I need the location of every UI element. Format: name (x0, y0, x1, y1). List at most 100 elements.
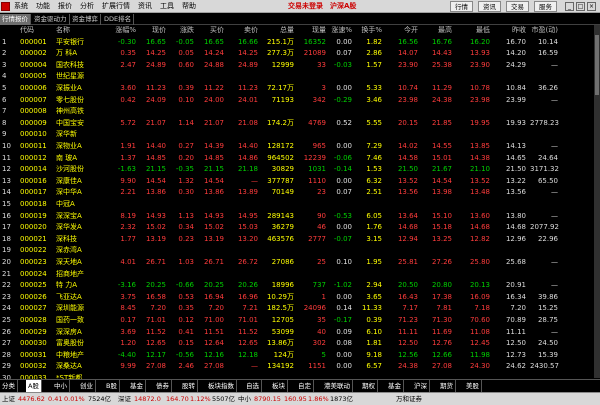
maximize-icon[interactable]: □ (576, 2, 585, 11)
table-row[interactable]: 11 000012 南 玻A 1.37 14.85 0.20 14.85 14.86 96450… (0, 153, 594, 165)
table-row[interactable]: 16 000019 深深宝A 8.19 14.93 1.13 14.93 14.95 28914… (0, 211, 594, 223)
trade-button[interactable]: 交易 (506, 1, 529, 12)
table-row[interactable]: 19 000022 深赤湾A (0, 245, 594, 257)
header-price[interactable]: 现价 (138, 25, 166, 37)
table-row[interactable]: 6 000007 零七股份 0.42 24.09 0.10 24.00 24.01 71193 3… (0, 95, 594, 107)
menu-news[interactable]: 资讯 (138, 0, 152, 13)
cell-updn: 0.41 (178, 327, 194, 336)
cell-price: 21.15 (145, 165, 166, 174)
tab-options[interactable]: 期权 (360, 380, 378, 392)
table-row[interactable]: 8 000009 中国宝安 5.72 21.07 1.14 21.07 21.08 174.2万… (0, 118, 594, 130)
table-row[interactable]: 21 000024 招商地产 (0, 269, 594, 281)
tab-sector[interactable]: 板块 (270, 380, 288, 392)
cell-spd: -1.02 (333, 281, 352, 290)
menu-help[interactable]: 帮助 (182, 0, 196, 13)
table-row[interactable]: 25 000028 国药一致 0.17 71.01 0.12 71.00 71.01 12705… (0, 315, 594, 327)
tab-sector-index[interactable]: 板块指数 (206, 380, 237, 392)
table-row[interactable]: 12 000014 沙河股份 -1.63 21.15 -0.35 21.15 21.18 308… (0, 164, 594, 176)
table-row[interactable]: 3 000004 国农科技 2.47 24.89 0.60 24.88 24.89 12999 3… (0, 60, 594, 72)
tab-quote-list[interactable]: 行情报价 (0, 14, 31, 25)
vertical-scrollbar[interactable] (594, 25, 600, 378)
header-code[interactable]: 代码 (20, 25, 52, 37)
tab-sme[interactable]: 中小 (52, 380, 70, 392)
header-ask[interactable]: 卖价 (228, 25, 258, 37)
cell-prev: 14.13 (505, 142, 526, 150)
tab-watchlist[interactable]: 自选 (244, 380, 262, 392)
table-row[interactable]: 20 000023 深天地A 4.01 26.71 1.03 26.71 26.72 27086… (0, 257, 594, 269)
tab-fund-game[interactable]: 资金博弈 (70, 14, 101, 25)
table-row[interactable]: 10 000011 深物业A 1.91 14.40 0.27 14.39 14.40 12817… (0, 141, 594, 153)
tab-b-share[interactable]: B股 (104, 380, 120, 392)
table-row[interactable]: 22 000025 特 力A -3.16 20.25 -0.66 20.25 20.26 189… (0, 280, 594, 292)
header-change[interactable]: 涨跌 (166, 25, 194, 37)
table-row[interactable]: 7 000008 神州高铁 (0, 106, 594, 118)
table-row[interactable]: 28 000031 中粮地产 -4.40 12.17 -0.56 12.16 12.18 124… (0, 350, 594, 362)
minimize-icon[interactable]: _ (565, 2, 574, 11)
header-prev-close[interactable]: 昨收 (496, 25, 526, 37)
cell-no: 21 (2, 269, 11, 278)
tab-chinext[interactable]: 创业 (78, 380, 96, 392)
tab-fund[interactable]: 基金 (128, 380, 146, 392)
table-row[interactable]: 23 000026 飞亚达A 3.75 16.58 0.53 16.94 16.96 10.29… (0, 292, 594, 304)
menu-system[interactable]: 系统 (14, 0, 28, 13)
tab-custom[interactable]: 自定 (296, 380, 314, 392)
tab-hk-us-link[interactable]: 港美联动 (322, 380, 353, 392)
tab-dde-rank[interactable]: DDE排名 (102, 14, 135, 25)
tab-shsz[interactable]: 沪深 (412, 380, 430, 392)
cell-no: 24 (2, 304, 11, 313)
scroll-thumb[interactable] (595, 35, 599, 95)
tab-a-share[interactable]: A股 (26, 380, 42, 392)
cell-code: 000027 (20, 304, 47, 313)
tab-futures[interactable]: 期货 (438, 380, 456, 392)
table-row[interactable]: 4 000005 世纪星源 (0, 71, 594, 83)
header-open[interactable]: 今开 (390, 25, 418, 37)
header-change-pct[interactable]: 涨幅% (108, 25, 136, 37)
table-row[interactable]: 17 000020 深华发A 2.32 15.02 0.34 15.02 15.03 36279… (0, 222, 594, 234)
tab-category[interactable]: 分类 (0, 380, 18, 392)
table-row[interactable]: 2 000002 万 科A 0.35 14.25 0.05 14.24 14.25 277.3万… (0, 48, 594, 60)
header-current-volume[interactable]: 现量 (296, 25, 326, 37)
table-row[interactable]: 14 000017 深中华A 2.21 13.86 0.30 13.86 13.89 70149… (0, 187, 594, 199)
table-row[interactable]: 1 000001 平安银行 -0.30 16.65 -0.05 16.65 16.66 215.… (0, 37, 594, 49)
cell-spd: 0.00 (336, 37, 352, 46)
table-row[interactable]: 26 000029 深深房A 3.69 11.52 0.41 11.51 11.52 53099… (0, 327, 594, 339)
service-button[interactable]: 服务 (534, 1, 557, 12)
tab-fund-drive[interactable]: 资金驱动力 (32, 14, 70, 25)
tab-bond[interactable]: 债券 (154, 380, 172, 392)
quote-button[interactable]: 行情 (450, 1, 473, 12)
cell-no: 28 (2, 350, 11, 359)
cell-cur: 46 (317, 223, 326, 232)
menu-quote[interactable]: 报价 (58, 0, 72, 13)
menu-extended-quote[interactable]: 扩展行情 (102, 0, 130, 13)
table-row[interactable]: 15 000018 中冠A (0, 199, 594, 211)
cell-chg: 9.90 (120, 176, 136, 185)
header-low[interactable]: 最低 (462, 25, 490, 37)
header-bid[interactable]: 买价 (196, 25, 224, 37)
table-row[interactable]: 24 000027 深圳能源 8.45 7.20 0.35 7.20 7.21 182.5万 24… (0, 303, 594, 315)
tab-us-stocks[interactable]: 美股 (464, 380, 482, 392)
header-volume[interactable]: 总量 (258, 25, 294, 37)
table-row[interactable]: 9 000010 深华新 (0, 129, 594, 141)
header-high[interactable]: 最高 (424, 25, 452, 37)
tab-neeq[interactable]: 股转 (180, 380, 198, 392)
header-speed[interactable]: 涨速% (326, 25, 352, 37)
tab-fund-2[interactable]: 基金 (386, 380, 404, 392)
table-row[interactable]: 27 000030 富奥股份 1.20 12.65 0.15 12.64 12.65 13.86… (0, 338, 594, 350)
menu-tools[interactable]: 工具 (160, 0, 174, 13)
header-pe[interactable]: 市盈(动) (530, 25, 558, 37)
trade-login-status[interactable]: 交易未登录 (288, 0, 323, 13)
menu-function[interactable]: 功能 (36, 0, 50, 13)
cell-pe: 65.50 (537, 176, 558, 185)
table-row[interactable]: 5 000006 深振业A 3.60 11.23 0.39 11.22 11.23 72.17万… (0, 83, 594, 95)
close-icon[interactable]: × (587, 2, 596, 11)
cell-chg: 4.01 (120, 258, 136, 266)
header-name[interactable]: 名称 (56, 25, 108, 37)
news-button[interactable]: 资讯 (478, 1, 501, 12)
cell-prev: 20.91 (505, 281, 526, 290)
table-row[interactable]: 29 000032 深桑达A 9.99 27.08 2.46 27.08 — 134192 115… (0, 361, 594, 373)
table-row[interactable]: 18 000021 深科技 1.77 13.19 0.23 13.19 13.20 463576… (0, 234, 594, 246)
menu-analysis[interactable]: 分析 (80, 0, 94, 13)
table-row[interactable]: 13 000016 深康佳A 9.90 14.54 1.32 14.54 — 377787 111… (0, 176, 594, 188)
cell-low: 12.45 (469, 339, 490, 348)
header-turnover[interactable]: 换手% (352, 25, 382, 37)
